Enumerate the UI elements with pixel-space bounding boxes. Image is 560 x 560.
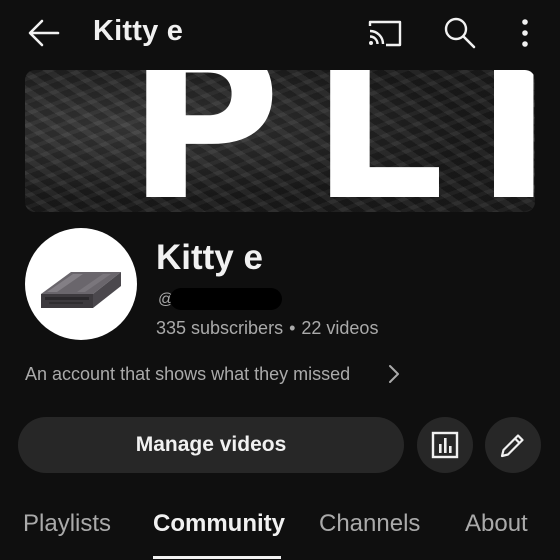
analytics-icon [431, 431, 459, 459]
tab-playlists[interactable]: Playlists [23, 510, 111, 538]
active-tab-indicator [153, 556, 281, 559]
ingot-icon [41, 272, 121, 308]
avatar[interactable] [25, 228, 137, 340]
banner-text: PLI [127, 70, 535, 212]
tab-about[interactable]: About [465, 510, 528, 538]
redacted-handle [170, 288, 282, 310]
manage-videos-button[interactable]: Manage videos [18, 417, 404, 473]
channel-tabs: Playlists Community Channels About [0, 500, 560, 560]
stats-separator: • [289, 318, 296, 338]
tab-channels[interactable]: Channels [319, 510, 420, 538]
search-icon[interactable] [443, 16, 477, 50]
edit-pencil-icon [500, 434, 524, 458]
chevron-right-icon[interactable] [386, 363, 402, 385]
top-app-bar: Kitty e [0, 0, 560, 68]
subscriber-count: 335 subscribers [156, 318, 284, 338]
channel-name: Kitty e [156, 238, 263, 277]
back-arrow-icon[interactable] [26, 18, 60, 48]
channel-description[interactable]: An account that shows what they missed [25, 364, 350, 385]
page-title: Kitty e [93, 15, 184, 47]
edit-button[interactable] [485, 417, 541, 473]
video-count: 22 videos [301, 318, 379, 338]
channel-banner: PLI [25, 70, 535, 212]
cast-icon[interactable] [366, 18, 404, 48]
more-vert-icon[interactable] [513, 16, 537, 50]
tab-community[interactable]: Community [153, 510, 285, 538]
channel-stats: 335 subscribers • 22 videos [156, 318, 378, 339]
analytics-button[interactable] [417, 417, 473, 473]
